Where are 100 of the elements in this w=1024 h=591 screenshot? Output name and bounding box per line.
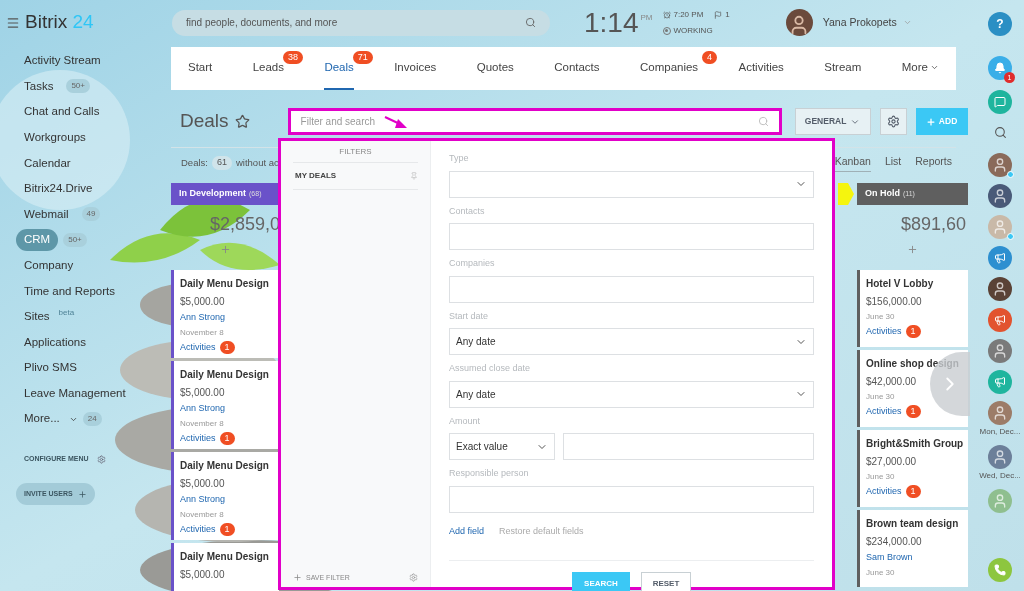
deal-card[interactable]: Daily Menu Design $5,000.00 Ann Strong November 8 Activities 1 [171, 270, 279, 358]
menu-item[interactable]: Leave Management [16, 384, 134, 403]
deal-amount: $156,000.00 [866, 295, 922, 309]
contact-caption: Mon, Dec... [979, 426, 1021, 438]
star-icon[interactable] [234, 114, 250, 129]
select-field[interactable]: Any date [449, 328, 814, 355]
menu-item[interactable]: Company [16, 256, 82, 275]
deal-date: November 8 [180, 508, 224, 521]
deal-amount: $5,000.00 [180, 568, 225, 582]
person-icon [992, 343, 1008, 359]
search-field[interactable]: find people, documents, and more [172, 9, 550, 36]
person-icon [992, 405, 1008, 421]
count-badge: 1 [219, 522, 235, 536]
general-button[interactable]: GENERAL [794, 108, 871, 135]
select-field[interactable]: Any date [449, 380, 814, 408]
deal-amount: $42,000.00 [866, 375, 917, 389]
settings-icon[interactable] [96, 454, 106, 464]
deal-amount: $5,000.00 [180, 386, 225, 400]
nav-tab[interactable]: Leads [252, 47, 284, 90]
menu-item[interactable]: Sites [16, 308, 58, 326]
preset-item[interactable]: MY DEALS [293, 163, 418, 190]
deal-card[interactable]: Daily Menu Design $5,000.00 Ann Strong November 8 Activities 1 [171, 452, 279, 540]
user-name[interactable]: Yana Prokopets [822, 14, 897, 31]
menu-item[interactable]: Activity Stream [16, 52, 109, 70]
deal-card[interactable]: Bright&Smith Group $27,000.00 June 30 Activities 1 [857, 430, 968, 507]
menu-item[interactable]: More... [16, 410, 68, 428]
nav-tab[interactable]: Deals [324, 47, 354, 90]
select-field[interactable] [449, 170, 814, 198]
megaphone-icon [994, 314, 1006, 326]
nav-tab[interactable]: Start [188, 47, 213, 90]
activities-link[interactable]: Activities [180, 340, 216, 354]
field-label: Responsible person [449, 467, 530, 480]
nav-tab[interactable]: Quotes [476, 47, 514, 90]
settings-button[interactable] [879, 108, 907, 135]
contact-link[interactable]: Sam Brown [866, 551, 964, 565]
menu-item[interactable]: Workgroups [16, 128, 94, 147]
deal-card[interactable]: Hotel V Lobby $156,000.00 June 30 Activities 1 [857, 270, 968, 347]
search-icon[interactable] [993, 126, 1007, 139]
field-label: Assumed close date [449, 362, 532, 375]
summary-text: without ac [235, 155, 279, 170]
menu-item[interactable]: Time and Reports [16, 282, 123, 300]
view-tab[interactable]: Reports [915, 153, 952, 173]
nav-tab[interactable]: Invoices [394, 47, 437, 90]
input-field[interactable] [449, 275, 814, 303]
input-field[interactable] [563, 433, 814, 460]
contact-link[interactable]: Ann Strong [180, 493, 275, 507]
add-field-link[interactable]: Add field [449, 524, 485, 538]
nav-tab[interactable]: Contacts [554, 47, 600, 90]
deal-amount: $27,000.00 [866, 455, 917, 469]
menu-item[interactable]: Plivo SMS [16, 359, 86, 377]
menu-item[interactable]: Chat and Calls [16, 103, 108, 121]
field-label: Amount [449, 414, 482, 428]
menu-item[interactable]: Calendar [16, 154, 79, 172]
activities-link[interactable]: Activities [866, 325, 902, 339]
flag-icon [714, 10, 723, 19]
plus-icon [293, 573, 302, 583]
stage-total: $891,60 [901, 213, 968, 236]
deal-title: Daily Menu Design [180, 550, 269, 564]
deal-card[interactable]: Daily Menu Design $5,000.00 [171, 543, 279, 591]
menu-item[interactable]: Tasks [16, 77, 62, 95]
deal-amount: $5,000.00 [180, 477, 225, 491]
contact-link[interactable]: Ann Strong [180, 402, 275, 416]
menu-item[interactable]: Applications [16, 333, 94, 351]
plus-icon[interactable] [219, 244, 231, 255]
stage-arrow [838, 183, 854, 205]
deal-card[interactable]: Daily Menu Design $5,000.00 Ann Strong November 8 Activities 1 [171, 361, 279, 449]
input-field[interactable] [449, 485, 814, 513]
reset-button[interactable]: RESET [641, 572, 691, 591]
activities-link[interactable]: Activities [866, 485, 902, 499]
select-field[interactable]: Exact value [449, 433, 555, 460]
search-icon [525, 17, 536, 28]
work-status[interactable]: WORKING [673, 24, 713, 37]
menu-icon[interactable] [6, 15, 20, 30]
deal-date: June 30 [866, 566, 895, 579]
menu-item[interactable]: Webmail [16, 205, 77, 223]
deals-label: Deals: [181, 155, 208, 170]
count-badge: 1 [219, 431, 235, 445]
settings-icon[interactable] [409, 573, 418, 583]
activities-link[interactable]: Activities [866, 405, 902, 419]
nav-tab[interactable]: Activities [738, 47, 784, 90]
view-tab[interactable]: List [884, 153, 902, 173]
menu-item[interactable]: Bitrix24.Drive [16, 180, 101, 198]
plus-icon[interactable] [907, 244, 918, 255]
count-badge: 1 [219, 340, 235, 354]
nav-tab[interactable]: Stream [824, 47, 862, 90]
deal-card[interactable]: Brown team design $234,000.00 Sam Brown June 30 [857, 510, 968, 587]
nav-tab[interactable]: Companies [639, 47, 699, 90]
input-field[interactable] [449, 223, 814, 250]
logo[interactable]: Bitrix 24 [25, 8, 94, 37]
person-icon [992, 281, 1008, 297]
count-badge: 50+ [66, 79, 90, 94]
plus-icon [925, 116, 936, 127]
activities-link[interactable]: Activities [180, 431, 216, 445]
nav-tab[interactable]: More [901, 47, 939, 90]
arrow-icon [384, 115, 408, 130]
clock-period: PM [640, 12, 653, 24]
deal-date: November 8 [180, 326, 224, 339]
activities-link[interactable]: Activities [180, 522, 216, 536]
contact-link[interactable]: Ann Strong [180, 311, 275, 325]
alarm-time: 7:20 PM [673, 8, 704, 21]
